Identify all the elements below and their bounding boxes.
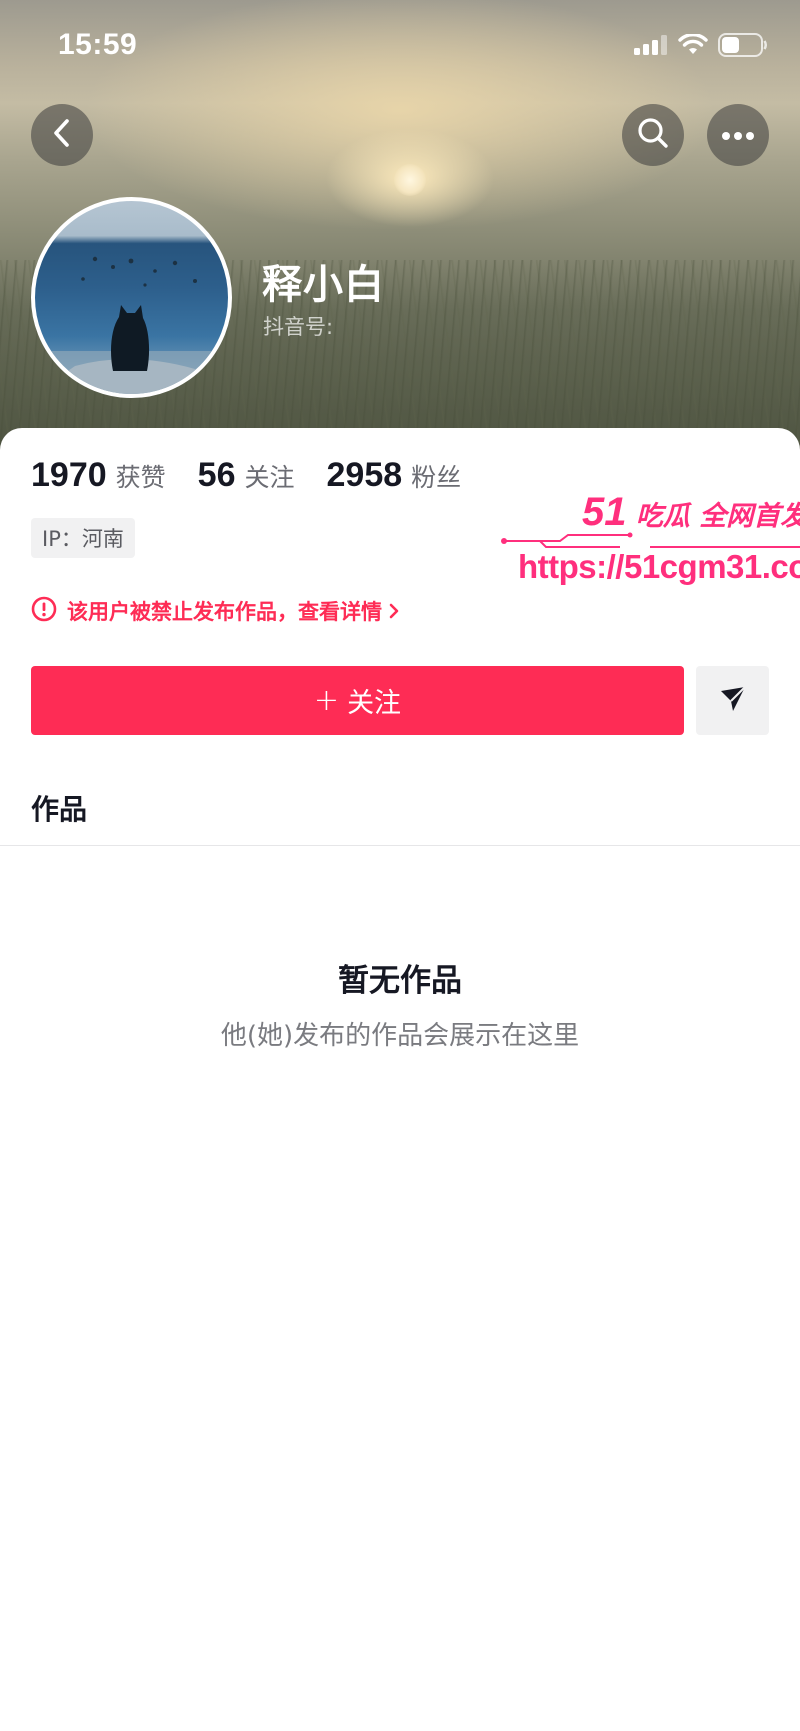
plus-icon: + bbox=[313, 683, 340, 718]
back-button[interactable] bbox=[31, 104, 93, 166]
stat-likes[interactable]: 1970 获赞 bbox=[31, 456, 166, 495]
watermark: 51 吃瓜 全网首发 https://51cgm31.com bbox=[500, 490, 800, 590]
wifi-icon bbox=[678, 33, 708, 60]
back-chevron-icon bbox=[49, 118, 75, 152]
follow-button[interactable]: + 关注 bbox=[31, 666, 684, 735]
search-icon bbox=[636, 116, 670, 154]
chevron-right-icon bbox=[388, 601, 400, 621]
stat-following[interactable]: 56 关注 bbox=[198, 456, 295, 495]
alert-icon bbox=[31, 596, 57, 626]
banned-notice[interactable]: 该用户被禁止发布作品，查看详情 bbox=[31, 596, 400, 626]
empty-state-subtitle: 他(她)发布的作品会展示在这里 bbox=[220, 1021, 580, 1051]
watermark-brand-text: 吃瓜 全网首发 bbox=[635, 501, 800, 532]
more-button[interactable] bbox=[707, 104, 769, 166]
status-icons bbox=[634, 33, 768, 61]
ip-location-tag: IP：河南 bbox=[31, 518, 135, 558]
empty-state-title: 暂无作品 bbox=[338, 963, 462, 999]
more-icon bbox=[721, 126, 755, 145]
banned-notice-text: 该用户被禁止发布作品，查看详情 bbox=[67, 600, 382, 624]
follow-button-label: 关注 bbox=[347, 688, 402, 719]
search-button[interactable] bbox=[622, 104, 684, 166]
signal-icon bbox=[634, 35, 668, 59]
watermark-brand-number: 51 bbox=[582, 490, 627, 534]
tab-divider bbox=[0, 845, 800, 846]
stat-followers-value: 2958 bbox=[326, 456, 403, 494]
battery-icon bbox=[718, 33, 768, 61]
stat-following-value: 56 bbox=[197, 456, 236, 494]
cover-sun bbox=[394, 164, 426, 196]
avatar[interactable] bbox=[31, 197, 232, 398]
message-button[interactable] bbox=[696, 666, 769, 735]
watermark-brand: 51 吃瓜 全网首发 bbox=[582, 490, 800, 535]
stat-followers-label: 粉丝 bbox=[411, 463, 462, 492]
display-name: 释小白 bbox=[262, 262, 385, 308]
avatar-cat-image bbox=[35, 256, 228, 394]
stat-following-label: 关注 bbox=[244, 463, 295, 492]
stat-followers[interactable]: 2958 粉丝 bbox=[327, 456, 462, 495]
status-time: 15:59 bbox=[58, 28, 138, 61]
watermark-url: https://51cgm31.com bbox=[518, 548, 800, 585]
send-icon bbox=[718, 684, 748, 718]
tab-works[interactable]: 作品 bbox=[31, 788, 87, 828]
profile-stats: 1970 获赞 56 关注 2958 粉丝 bbox=[31, 456, 493, 495]
douyin-id: 抖音号: bbox=[263, 315, 334, 339]
stat-likes-label: 获赞 bbox=[115, 463, 166, 492]
stat-likes-value: 1970 bbox=[31, 456, 107, 494]
